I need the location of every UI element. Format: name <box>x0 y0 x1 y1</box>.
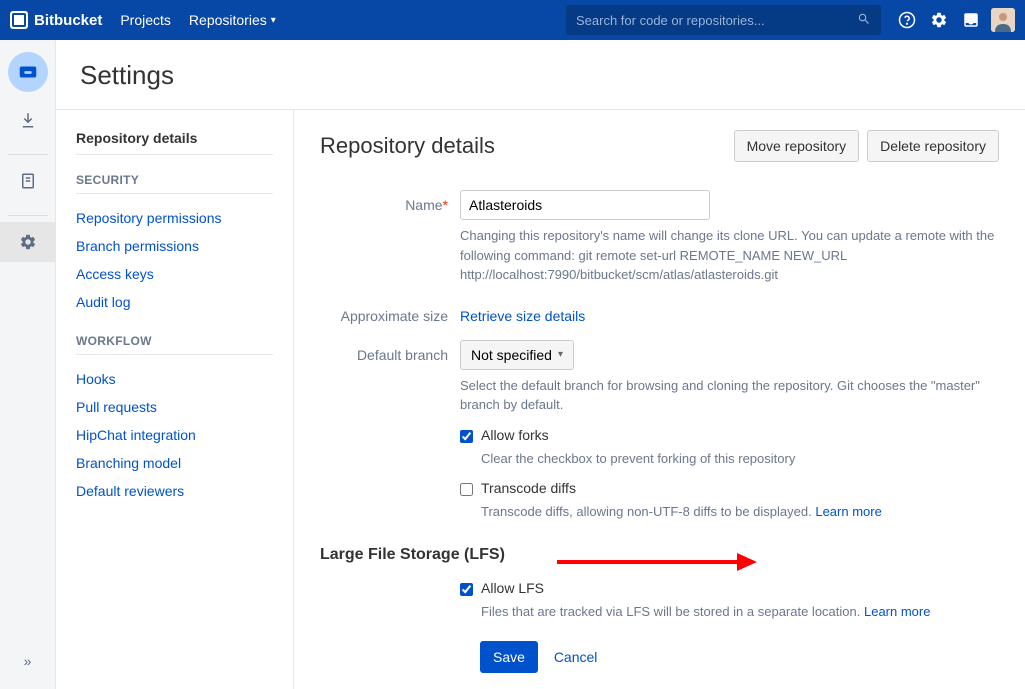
search-icon <box>857 12 871 29</box>
allow-forks-checkbox[interactable] <box>460 430 473 443</box>
save-button[interactable]: Save <box>480 641 538 673</box>
transcode-learn-more-link[interactable]: Learn more <box>815 504 881 519</box>
allow-forks-label: Allow forks <box>481 427 999 443</box>
cancel-button[interactable]: Cancel <box>542 642 610 672</box>
retrieve-size-link[interactable]: Retrieve size details <box>460 301 585 324</box>
bitbucket-icon <box>10 11 28 29</box>
nav-default-reviewers[interactable]: Default reviewers <box>76 477 273 505</box>
lfs-heading: Large File Storage (LFS) <box>320 546 999 564</box>
help-icon[interactable] <box>891 4 923 36</box>
nav-hipchat[interactable]: HipChat integration <box>76 421 273 449</box>
default-branch-select[interactable]: Not specified ▾ <box>460 340 574 370</box>
branch-label: Default branch <box>320 340 460 522</box>
nav-audit-log[interactable]: Audit log <box>76 288 273 316</box>
workflow-section-label: WORKFLOW <box>76 334 273 355</box>
allow-forks-help: Clear the checkbox to prevent forking of… <box>481 449 999 469</box>
admin-gear-icon[interactable] <box>923 4 955 36</box>
transcode-diffs-help: Transcode diffs, allowing non-UTF-8 diff… <box>481 502 999 522</box>
allow-lfs-label: Allow LFS <box>481 580 999 596</box>
search-input[interactable] <box>576 13 857 28</box>
nav-projects[interactable]: Projects <box>120 12 171 28</box>
settings-nav: Repository details SECURITY Repository p… <box>56 110 294 689</box>
transcode-diffs-label: Transcode diffs <box>481 480 999 496</box>
name-help-text: Changing this repository's name will cha… <box>460 226 999 285</box>
brand-logo[interactable]: Bitbucket <box>10 11 102 29</box>
allow-lfs-help: Files that are tracked via LFS will be s… <box>481 602 999 622</box>
sidebar-source-icon[interactable] <box>8 161 48 201</box>
chevron-down-icon: ▾ <box>271 15 276 26</box>
user-avatar[interactable] <box>991 8 1015 32</box>
page-title: Settings <box>80 60 1001 91</box>
nav-pull-requests[interactable]: Pull requests <box>76 393 273 421</box>
nav-branch-permissions[interactable]: Branch permissions <box>76 232 273 260</box>
allow-lfs-checkbox[interactable] <box>460 583 473 596</box>
sidebar-settings-icon[interactable] <box>0 222 56 262</box>
sidebar-collapse-button[interactable]: » <box>0 641 56 681</box>
lfs-learn-more-link[interactable]: Learn more <box>864 604 930 619</box>
nav-repositories-label: Repositories <box>189 12 267 28</box>
move-repository-button[interactable]: Move repository <box>734 130 860 162</box>
nav-access-keys[interactable]: Access keys <box>76 260 273 288</box>
nav-hooks[interactable]: Hooks <box>76 365 273 393</box>
sidebar-repo-icon[interactable] <box>8 52 48 92</box>
nav-branching-model[interactable]: Branching model <box>76 449 273 477</box>
settings-nav-title: Repository details <box>76 130 273 155</box>
inbox-icon[interactable] <box>955 4 987 36</box>
name-label: Name* <box>320 190 460 285</box>
content-heading: Repository details <box>320 133 726 159</box>
sidebar-download-icon[interactable] <box>8 100 48 140</box>
branch-help-text: Select the default branch for browsing a… <box>460 376 999 415</box>
name-input[interactable] <box>460 190 710 220</box>
page-title-bar: Settings <box>56 40 1025 110</box>
icon-sidebar: » <box>0 40 56 689</box>
content-area: Repository details Move repository Delet… <box>294 110 1025 689</box>
default-branch-value: Not specified <box>471 347 552 363</box>
transcode-diffs-checkbox[interactable] <box>460 483 473 496</box>
search-box[interactable] <box>566 5 881 35</box>
size-label: Approximate size <box>320 301 460 324</box>
nav-repositories[interactable]: Repositories ▾ <box>189 12 276 28</box>
nav-repo-permissions[interactable]: Repository permissions <box>76 204 273 232</box>
chevron-down-icon: ▾ <box>558 349 563 360</box>
top-header: Bitbucket Projects Repositories ▾ <box>0 0 1025 40</box>
security-section-label: SECURITY <box>76 173 273 194</box>
delete-repository-button[interactable]: Delete repository <box>867 130 999 162</box>
brand-name: Bitbucket <box>34 12 102 29</box>
